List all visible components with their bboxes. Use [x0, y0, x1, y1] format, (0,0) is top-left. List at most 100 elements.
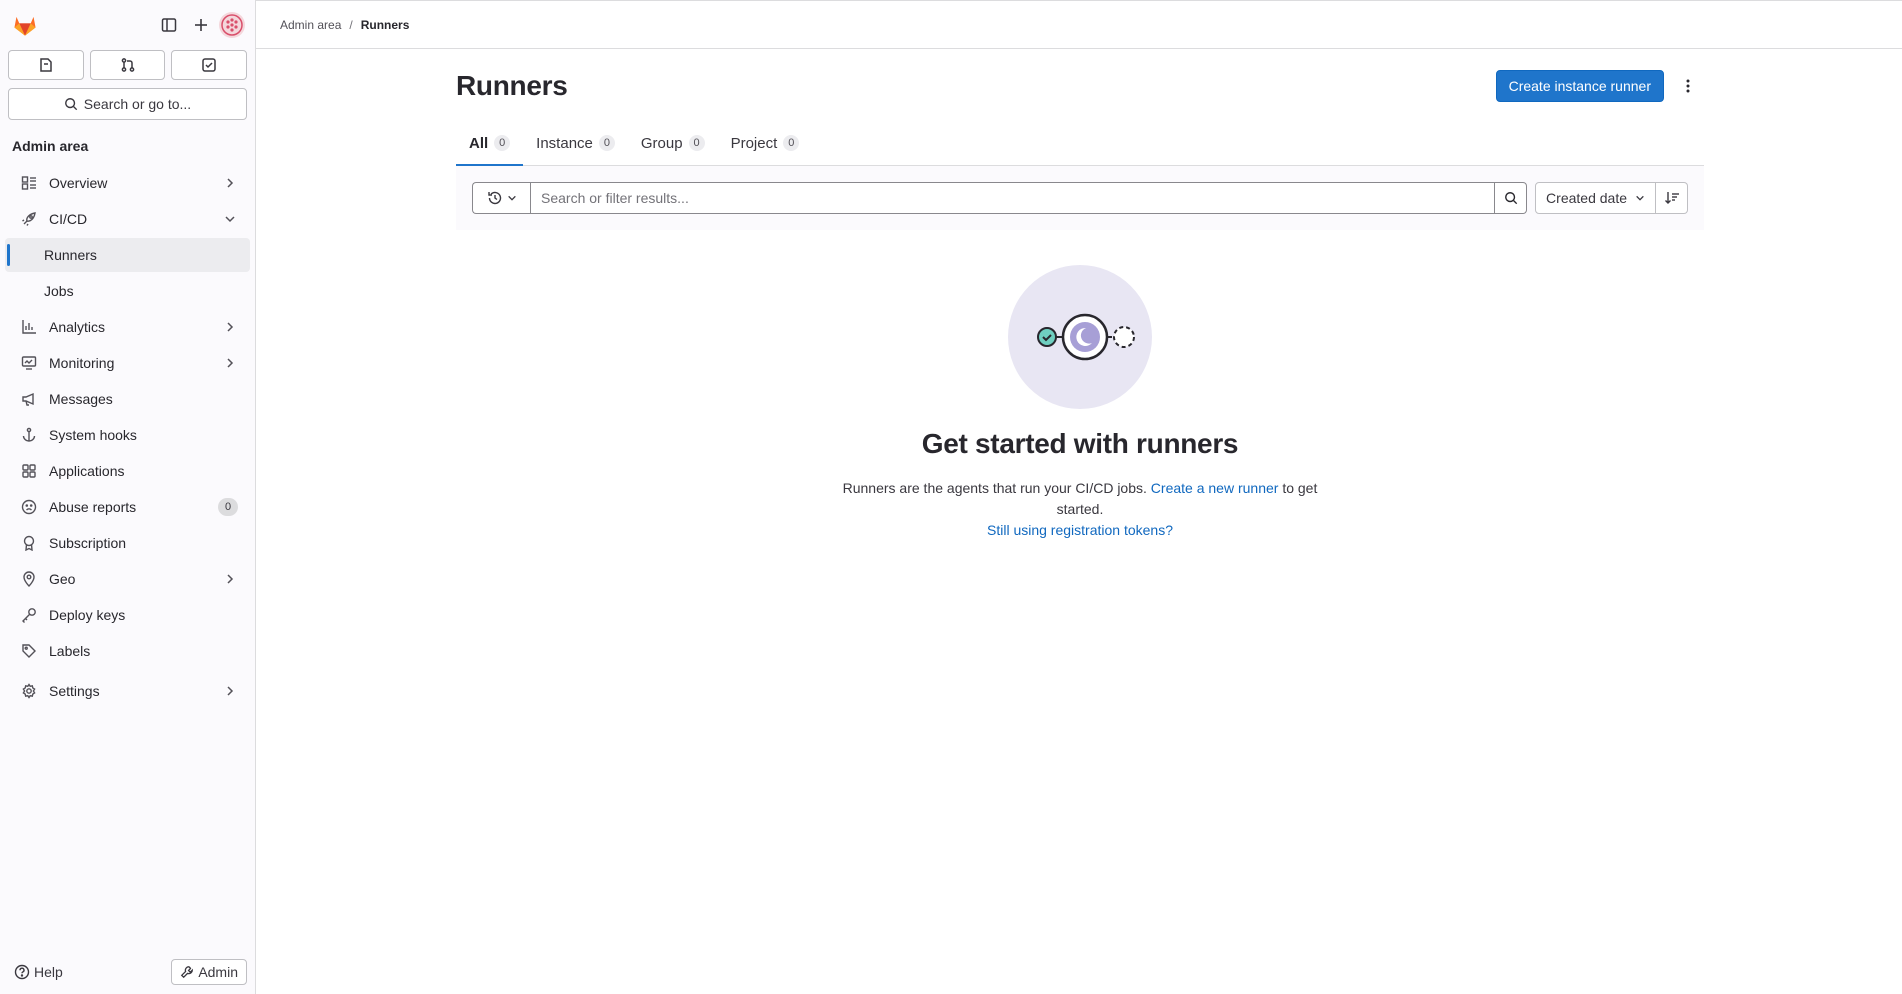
sidebar-item-geo[interactable]: Geo — [5, 562, 250, 596]
filter-bar: Search or filter results... Created date — [456, 166, 1704, 231]
page-title: Runners — [456, 70, 568, 101]
sidebar-item-monitoring[interactable]: Monitoring — [5, 346, 250, 380]
help-button[interactable]: Help — [14, 964, 63, 980]
sort-direction-button[interactable] — [1656, 182, 1688, 214]
sidebar-item-messages[interactable]: Messages — [5, 382, 250, 416]
sidebar-item-system-hooks[interactable]: System hooks — [5, 418, 250, 452]
sidebar-header — [0, 0, 255, 50]
label-icon — [21, 643, 37, 659]
sidebar-footer: Help Admin — [0, 950, 255, 994]
sort-dropdown[interactable]: Created date — [1535, 182, 1656, 214]
chevron-down-icon — [222, 211, 238, 227]
sidebar-item-label: System hooks — [49, 427, 137, 443]
quick-actions — [0, 50, 255, 80]
sidebar-item-runners[interactable]: Runners — [5, 238, 250, 272]
runners-illustration — [1008, 265, 1152, 409]
search-input[interactable]: Search or filter results... — [530, 182, 1496, 214]
search-icon — [64, 98, 77, 111]
empty-state: Get started with runners Runners are the… — [456, 265, 1704, 541]
sidebar-item-label: Runners — [44, 247, 97, 263]
sidebar-item-label: Subscription — [49, 535, 127, 551]
chevron-right-icon — [222, 319, 238, 335]
license-icon — [21, 535, 37, 551]
sidebar-item-overview[interactable]: Overview — [5, 166, 250, 200]
app: Search or go to... Admin area Overview C… — [0, 0, 1902, 994]
sidebar-item-cicd[interactable]: CI/CD — [5, 202, 250, 236]
todo-icon — [202, 58, 216, 72]
page-header: Runners Create instance runner — [456, 49, 1704, 121]
location-icon — [21, 571, 37, 587]
sidebar-item-analytics[interactable]: Analytics — [5, 310, 250, 344]
recent-searches-button[interactable] — [472, 182, 530, 214]
runner-icon — [1037, 313, 1135, 361]
tab-group[interactable]: Group 0 — [628, 121, 718, 165]
sidebar-item-label: Abuse reports — [49, 499, 137, 515]
user-avatar[interactable] — [219, 12, 245, 38]
sort-lowest-icon — [1664, 192, 1679, 204]
applications-icon — [21, 463, 37, 479]
search-or-go-to-button[interactable]: Search or go to... — [8, 88, 247, 120]
chevron-right-icon — [222, 683, 238, 699]
breadcrumb-admin-area[interactable]: Admin area — [280, 18, 341, 32]
sidebar-item-label: Monitoring — [49, 355, 115, 371]
monitor-icon — [21, 355, 37, 371]
tab-project[interactable]: Project 0 — [718, 121, 813, 165]
tab-count-badge: 0 — [494, 135, 511, 151]
issues-icon — [40, 58, 52, 72]
tab-label: Group — [640, 134, 683, 152]
sidebar-section-title: Admin area — [12, 138, 89, 154]
sidebar-item-label: Geo — [49, 571, 76, 587]
tab-count-badge: 0 — [688, 135, 705, 151]
chevron-down-icon — [507, 195, 516, 201]
page-actions: Create instance runner — [1495, 70, 1704, 102]
breadcrumb: Admin area / Runners — [256, 0, 1902, 49]
empty-state-description: Runners are the agents that run your CI/… — [825, 478, 1335, 520]
sidebar-item-abuse-reports[interactable]: Abuse reports 0 — [5, 490, 250, 524]
sidebar-item-label: Settings — [49, 683, 100, 699]
create-instance-runner-button[interactable]: Create instance runner — [1495, 70, 1664, 102]
breadcrumb-current[interactable]: Runners — [361, 18, 410, 32]
issues-button[interactable] — [8, 50, 84, 80]
sort-label: Created date — [1546, 190, 1627, 206]
registration-tokens-link[interactable]: Still using registration tokens? — [987, 520, 1173, 541]
merge-requests-button[interactable] — [89, 50, 166, 80]
tab-all[interactable]: All 0 — [456, 121, 524, 166]
key-icon — [21, 607, 37, 623]
chevron-right-icon — [222, 571, 238, 587]
sidebar-item-subscription[interactable]: Subscription — [5, 526, 250, 560]
tab-count-badge: 0 — [783, 135, 800, 151]
sidebar-nav: Overview CI/CD Runners Jobs Analytics Mo… — [0, 166, 255, 708]
tab-instance[interactable]: Instance 0 — [523, 121, 628, 165]
plus-icon[interactable] — [185, 9, 217, 41]
runner-type-tabs: All 0 Instance 0 Group 0 Project 0 — [456, 121, 1704, 166]
sidebar-item-applications[interactable]: Applications — [5, 454, 250, 488]
settings-icon — [21, 683, 37, 699]
search-icon — [1504, 192, 1517, 205]
main-content: Runners Create instance runner All 0 Ins… — [456, 49, 1704, 541]
tab-label: Project — [730, 134, 778, 152]
admin-button[interactable]: Admin — [171, 959, 247, 985]
admin-label: Admin — [198, 964, 238, 980]
chevron-right-icon — [222, 175, 238, 191]
search-submit-button[interactable] — [1495, 182, 1528, 214]
sidebar-item-jobs[interactable]: Jobs — [5, 274, 250, 308]
gitlab-logo-icon[interactable] — [12, 12, 38, 38]
overview-icon — [21, 175, 37, 191]
abuse-icon — [21, 499, 37, 515]
tab-count-badge: 0 — [598, 135, 615, 151]
tab-label: Instance — [536, 134, 593, 152]
help-label: Help — [34, 964, 63, 980]
merge-request-icon — [121, 58, 134, 72]
toggle-sidebar-icon[interactable] — [153, 9, 185, 41]
sidebar-item-deploy-keys[interactable]: Deploy keys — [5, 598, 250, 632]
sidebar-item-label: Jobs — [44, 283, 74, 299]
sidebar-item-settings[interactable]: Settings — [5, 674, 250, 708]
empty-state-text-before: Runners are the agents that run your CI/… — [842, 480, 1147, 496]
bullhorn-icon — [21, 391, 37, 407]
todos-button[interactable] — [171, 50, 248, 80]
anchor-icon — [21, 427, 37, 443]
more-actions-icon[interactable] — [1672, 70, 1704, 102]
search-label: Search or go to... — [83, 96, 192, 112]
sidebar-item-labels[interactable]: Labels — [5, 634, 250, 668]
create-new-runner-link[interactable]: Create a new runner — [1151, 480, 1279, 496]
